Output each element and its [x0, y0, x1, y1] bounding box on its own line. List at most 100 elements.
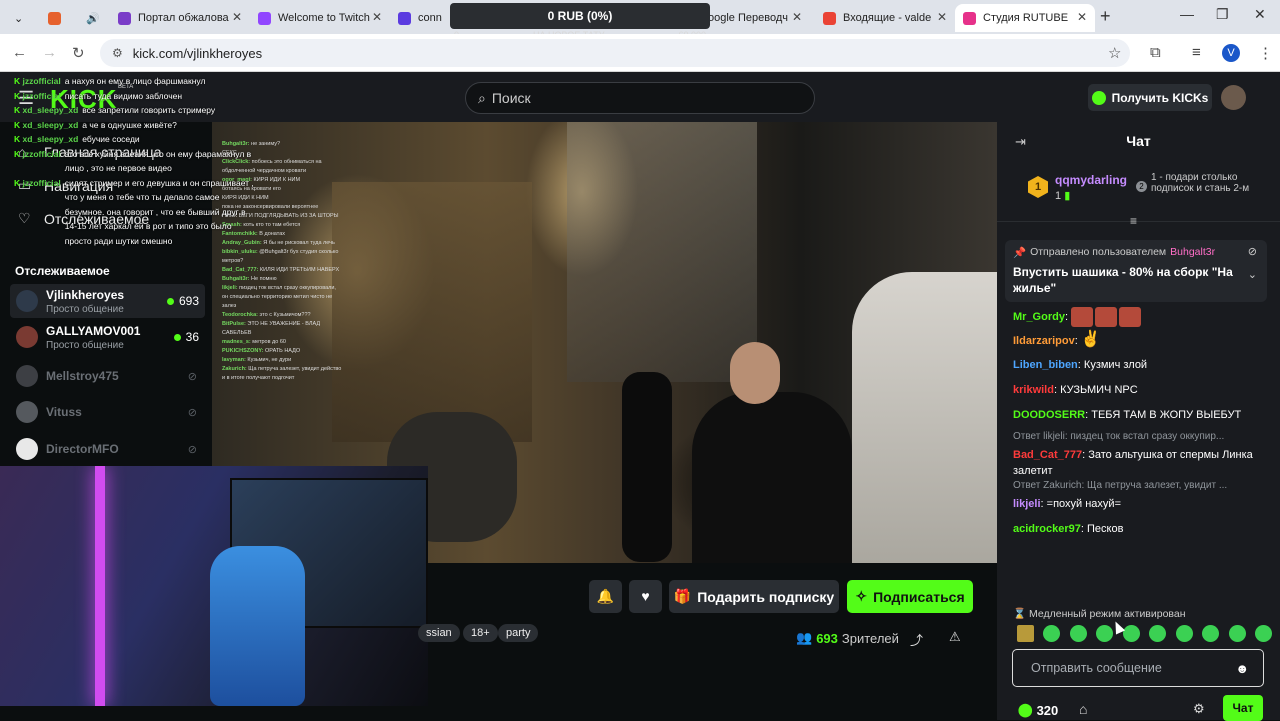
- extensions-icon[interactable]: ⧉: [1150, 44, 1161, 61]
- search-input[interactable]: ⌕ Поиск: [465, 82, 815, 114]
- avatar: [16, 326, 38, 348]
- emote-button[interactable]: [1175, 625, 1193, 642]
- browser-tab-3[interactable]: Welcome to Twitch ✕: [250, 4, 390, 32]
- emote-button[interactable]: [1122, 625, 1140, 642]
- new-tab-button[interactable]: +: [1100, 6, 1111, 27]
- emoji-icon[interactable]: ☻: [1235, 661, 1249, 676]
- browser-tab-5[interactable]: oogle Переводч ✕: [700, 4, 810, 32]
- emote-button[interactable]: [1043, 625, 1061, 642]
- tab-favicon: [258, 11, 271, 25]
- subscribe-button[interactable]: ✧ Подписаться: [847, 580, 973, 613]
- gift-sub-button[interactable]: 🎁 Подарить подписку: [669, 580, 839, 613]
- close-icon[interactable]: ✕: [1077, 10, 1087, 24]
- channel-name: DirectorMFO: [46, 442, 119, 456]
- profile-avatar[interactable]: V: [1222, 44, 1240, 62]
- chat-username[interactable]: Ildarzaripov: [1013, 335, 1075, 347]
- chat-username[interactable]: likjeli: [1013, 498, 1041, 510]
- site-settings-icon[interactable]: ⚙: [112, 46, 123, 60]
- share-icon[interactable]: ⤴: [910, 630, 923, 649]
- followed-channel[interactable]: GALLYAMOV001 Просто общение 36: [10, 320, 205, 354]
- hide-eye-icon[interactable]: ⊘: [1248, 245, 1257, 258]
- slow-mode-notice: ⌛ Медленный режим активирован: [1013, 607, 1186, 620]
- close-icon[interactable]: ✕: [372, 10, 382, 24]
- expand-leaderboard-icon[interactable]: ≡: [1130, 214, 1137, 228]
- emote-button[interactable]: [1202, 625, 1220, 642]
- kicks-balance[interactable]: ⬤ 320: [1018, 702, 1058, 718]
- video-wall: [567, 122, 757, 382]
- emote-button[interactable]: [1017, 625, 1034, 642]
- followed-channel[interactable]: Vituss ⊘: [10, 395, 205, 429]
- chat-username[interactable]: DOODOSERR: [1013, 409, 1085, 421]
- stream-tag[interactable]: party: [498, 624, 539, 642]
- chevron-down-icon[interactable]: ⌄: [1248, 268, 1257, 281]
- leader-gift-count: 1 ▮: [1055, 189, 1070, 202]
- emote-button[interactable]: [1096, 625, 1114, 642]
- restore-icon[interactable]: ❐: [1216, 6, 1229, 23]
- browser-tab-2[interactable]: Портал обжалова ✕: [110, 4, 250, 32]
- browser-tab-1[interactable]: 🔊: [40, 4, 110, 32]
- reply-context[interactable]: Ответ Zakurich: Ща петруча залезет, увид…: [1013, 480, 1271, 491]
- stream-tag[interactable]: 18+: [463, 624, 498, 642]
- chat-username[interactable]: Liben_biben: [1013, 359, 1078, 371]
- user-avatar[interactable]: [1221, 85, 1246, 110]
- chat-message: Bad_Cat_777: Зато альтушка от спермы Лин…: [1013, 449, 1253, 477]
- reload-icon[interactable]: ↻: [72, 44, 85, 62]
- led-strip: [95, 466, 105, 706]
- reply-context[interactable]: Ответ likjeli: пиздец ток встал сразу ок…: [1013, 431, 1271, 442]
- bookmark-star-icon[interactable]: ☆: [1108, 44, 1121, 62]
- avatar: [16, 365, 38, 387]
- follow-heart-button[interactable]: ♥: [629, 580, 662, 613]
- emote-button[interactable]: [1228, 625, 1246, 642]
- emote-button[interactable]: [1069, 625, 1087, 642]
- browser-tab-active[interactable]: Студия RUTUBE ✕: [955, 4, 1095, 32]
- leader-username[interactable]: qqmydarling: [1055, 173, 1127, 187]
- followed-channel[interactable]: DirectorMFO ⊘: [10, 432, 205, 466]
- get-kicks-button[interactable]: Получить KICKs: [1088, 84, 1212, 111]
- chat-username[interactable]: acidrocker97: [1013, 523, 1081, 535]
- pinned-message[interactable]: 📌 Отправлено пользователем Buhgalt3r Впу…: [1005, 240, 1267, 302]
- donation-goal-bar: 0 RUB (0%): [450, 3, 710, 29]
- overlay-chat-text: ебучие соседи: [82, 134, 140, 144]
- notification-bell-button[interactable]: 🔔: [589, 580, 622, 613]
- forward-icon[interactable]: →: [42, 44, 57, 61]
- back-icon[interactable]: ←: [12, 44, 27, 61]
- store-icon[interactable]: ⌂: [1079, 701, 1087, 717]
- pinned-by-user[interactable]: Buhgalt3r: [1170, 246, 1215, 259]
- chat-message: likjeli: =похуй нахуй=: [1013, 498, 1121, 510]
- tab-favicon: [118, 11, 131, 25]
- followed-channel[interactable]: Vjlinkheroyes Просто общение 693: [10, 284, 205, 318]
- live-dot-icon: [166, 297, 174, 305]
- close-window-icon[interactable]: ✕: [1254, 6, 1266, 23]
- browser-tab-6[interactable]: Входящие - valde ✕: [815, 4, 955, 32]
- close-icon[interactable]: ✕: [792, 10, 802, 24]
- chat-message-input[interactable]: Отправить сообщение ☻: [1012, 649, 1264, 687]
- gear-icon[interactable]: ⚙: [1193, 701, 1205, 717]
- media-control-icon[interactable]: ≡: [1192, 44, 1201, 61]
- browser-tab-4[interactable]: conne: [390, 4, 450, 32]
- video-chat-text: В донатах: [259, 231, 286, 237]
- emote-button[interactable]: [1149, 625, 1167, 642]
- gift-sub-label: Подарить подписку: [697, 588, 835, 605]
- kick-page: ☰ KICK BETA ⌕ Поиск Получить KICKs ⌂ Гла…: [0, 72, 1280, 721]
- close-icon[interactable]: ✕: [232, 10, 242, 24]
- stream-tag[interactable]: ssian: [418, 624, 460, 642]
- close-icon[interactable]: ✕: [937, 10, 947, 24]
- followed-channel[interactable]: Mellstroy475 ⊘: [10, 359, 205, 393]
- emote-button[interactable]: [1254, 625, 1272, 642]
- video-person-face: [730, 342, 780, 404]
- emote-image: [1095, 307, 1118, 327]
- report-warning-icon[interactable]: ⚠: [949, 629, 961, 645]
- menu-kebab-icon[interactable]: ⋮: [1258, 44, 1273, 62]
- chat-username[interactable]: krikwild: [1013, 384, 1054, 396]
- url-field[interactable]: ⚙ kick.com/vjlinkheroyes: [100, 39, 1130, 67]
- offline-icon: ⊘: [187, 443, 197, 456]
- tab-list-button[interactable]: ⌄: [6, 4, 42, 32]
- minimize-icon[interactable]: —: [1180, 6, 1194, 22]
- chat-username[interactable]: Mr_Gordy: [1013, 311, 1065, 323]
- send-chat-button[interactable]: Чат: [1223, 695, 1263, 721]
- video-chat-line: bibkin_uluku: @Buhgalt3r бух студия скол…: [222, 248, 342, 266]
- viewer-count-label: Зрителей: [841, 630, 899, 646]
- chat-username[interactable]: Bad_Cat_777: [1013, 449, 1082, 461]
- tab-favicon: [398, 11, 411, 25]
- video-chat-text: ОРАТЬ НАДО: [265, 348, 301, 354]
